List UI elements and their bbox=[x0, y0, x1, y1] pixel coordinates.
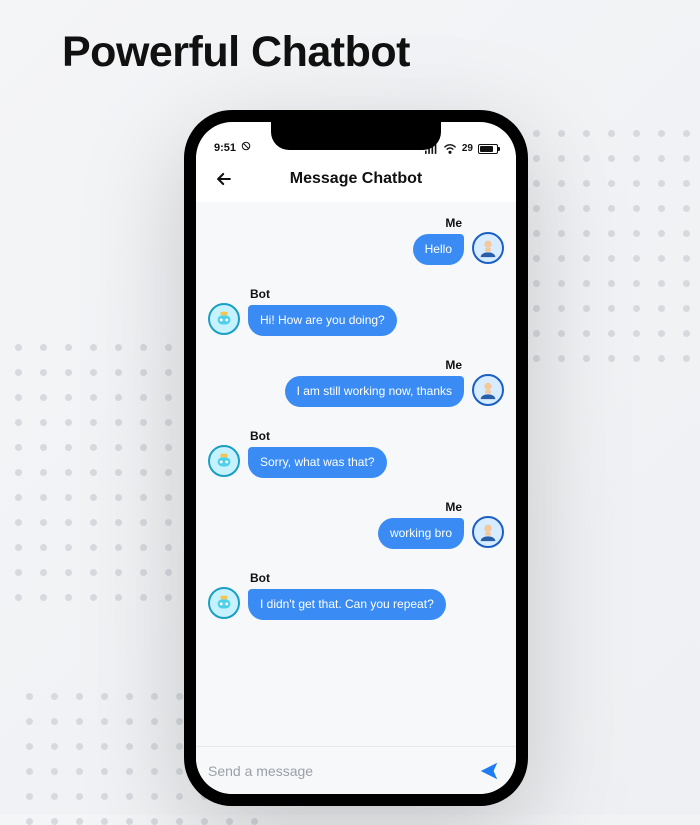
phone-notch bbox=[271, 122, 441, 150]
message-bubble: Hi! How are you doing? bbox=[248, 305, 397, 336]
battery-percent: 29 bbox=[462, 143, 473, 154]
message-input[interactable] bbox=[208, 763, 464, 779]
composer bbox=[196, 746, 516, 794]
message-row: Bot I didn't get that. Can you repeat? bbox=[208, 571, 504, 620]
sender-label: Bot bbox=[248, 571, 272, 585]
avatar-bot bbox=[208, 445, 240, 477]
message-bubble: I didn't get that. Can you repeat? bbox=[248, 589, 446, 620]
battery-icon bbox=[478, 144, 498, 154]
status-time: 9:51 bbox=[214, 142, 236, 154]
do-not-disturb-icon bbox=[241, 141, 251, 154]
decorative-dot-grid bbox=[0, 344, 197, 601]
screen-title: Message Chatbot bbox=[290, 170, 422, 188]
phone-mockup: 9:51 29 bbox=[184, 110, 528, 806]
sender-label: Bot bbox=[248, 429, 272, 443]
message-bubble: Sorry, what was that? bbox=[248, 447, 387, 478]
message-row: Me working bro bbox=[208, 500, 504, 549]
sender-label: Bot bbox=[248, 287, 272, 301]
phone-screen: 9:51 29 bbox=[196, 122, 516, 794]
page-title: Powerful Chatbot bbox=[62, 28, 410, 77]
avatar-bot bbox=[208, 587, 240, 619]
arrow-left-icon bbox=[214, 169, 234, 189]
send-icon bbox=[478, 760, 500, 782]
message-row: Bot Hi! How are you doing? bbox=[208, 287, 504, 336]
sender-label: Me bbox=[443, 216, 464, 230]
send-button[interactable] bbox=[474, 756, 504, 786]
sender-label: Me bbox=[443, 500, 464, 514]
avatar-me bbox=[472, 374, 504, 406]
chat-body[interactable]: Me Hello Bot Hi! How are you doing? bbox=[196, 202, 516, 746]
message-bubble: Hello bbox=[413, 234, 464, 265]
message-bubble: I am still working now, thanks bbox=[285, 376, 464, 407]
sender-label: Me bbox=[443, 358, 464, 372]
avatar-me bbox=[472, 516, 504, 548]
message-row: Me Hello bbox=[208, 216, 504, 265]
avatar-me bbox=[472, 232, 504, 264]
message-row: Bot Sorry, what was that? bbox=[208, 429, 504, 478]
avatar-bot bbox=[208, 303, 240, 335]
back-button[interactable] bbox=[210, 165, 238, 193]
message-row: Me I am still working now, thanks bbox=[208, 358, 504, 407]
message-bubble: working bro bbox=[378, 518, 464, 549]
wifi-icon bbox=[443, 144, 457, 154]
app-header: Message Chatbot bbox=[196, 156, 516, 202]
